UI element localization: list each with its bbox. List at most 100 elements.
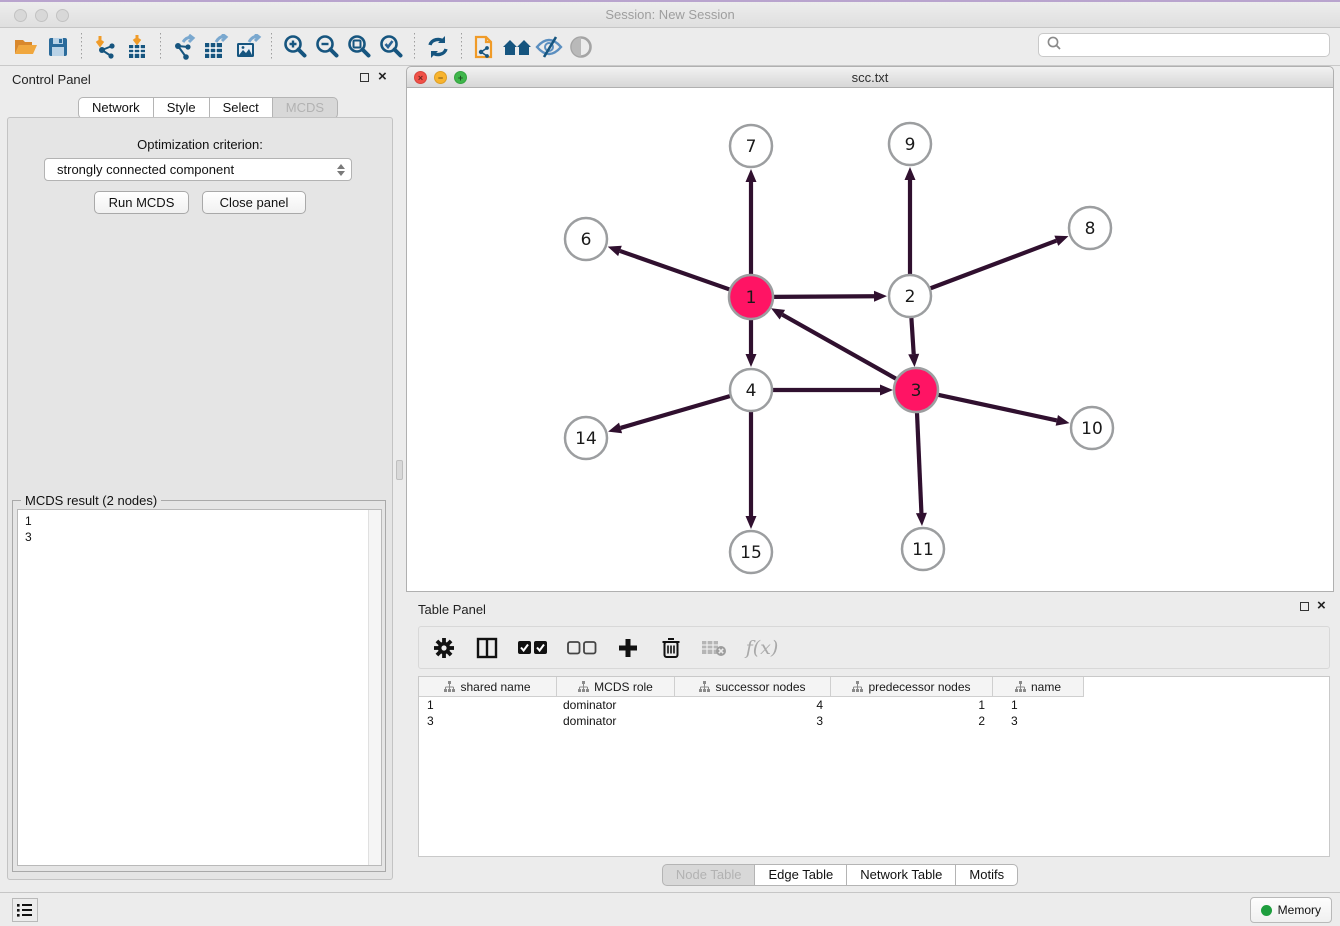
table-cell[interactable]: 4 [675,697,831,713]
network-view-window: × − + scc.txt 7968124314101511 [406,66,1334,592]
search-icon [1045,34,1063,57]
zoom-selected-icon[interactable] [375,32,407,62]
mcds-result-group: MCDS result (2 nodes) 1 3 [12,500,386,872]
result-scrollbar[interactable] [368,510,381,865]
delete-column-trash-icon[interactable] [658,635,684,661]
home-icon[interactable] [501,32,533,62]
column-header-successor-nodes[interactable]: successor nodes [675,677,831,697]
graph-edge-1-6[interactable] [620,251,730,290]
tab-motifs[interactable]: Motifs [955,864,1018,886]
delete-table-icon[interactable] [701,635,727,661]
tab-edge-table[interactable]: Edge Table [754,864,847,886]
table-cell[interactable]: 3 [675,713,831,729]
graph-edge-3-1[interactable] [782,315,896,380]
graph-edge-arrow [1056,415,1070,426]
search-input[interactable] [1063,35,1329,55]
close-panel-button[interactable]: Close panel [202,191,306,214]
graph-edge-1-2[interactable] [773,296,874,297]
network-canvas[interactable]: 7968124314101511 [406,88,1334,592]
refresh-layout-icon[interactable] [422,32,454,62]
table-panel-float-icon[interactable] [1300,602,1309,611]
table-cell[interactable]: dominator [557,713,675,729]
zoom-network-icon[interactable]: + [454,71,467,84]
network-from-file-icon[interactable] [469,32,501,62]
tab-network[interactable]: Network [78,97,154,119]
zoom-fit-icon[interactable] [343,32,375,62]
mcds-result-title: MCDS result (2 nodes) [21,493,161,508]
control-panel-title: Control Panel [12,72,91,87]
fx-label: f(x) [746,637,779,659]
import-table-icon[interactable] [121,32,153,62]
export-network-icon[interactable] [168,32,200,62]
task-history-list-icon[interactable] [12,898,38,922]
table-cell[interactable]: 3 [993,713,1084,729]
export-image-icon[interactable] [232,32,264,62]
close-window-icon[interactable] [14,9,27,22]
open-session-icon[interactable] [10,32,42,62]
import-network-icon[interactable] [89,32,121,62]
minimize-network-icon[interactable]: − [434,71,447,84]
graph-node-label: 15 [740,543,762,563]
table-row[interactable]: 3dominator323 [419,713,1329,729]
graph-edge-2-8[interactable] [931,241,1057,289]
show-view-icon[interactable] [565,32,597,62]
tab-network-table[interactable]: Network Table [846,864,956,886]
column-header-MCDS-role[interactable]: MCDS role [557,677,675,697]
graph-edge-2-3[interactable] [911,318,913,354]
column-header-shared-name[interactable]: shared name [419,677,557,697]
optimization-criterion-select[interactable]: strongly connected component [44,158,352,181]
table-panel-close-icon[interactable]: × [1317,600,1326,612]
column-header-predecessor-nodes[interactable]: predecessor nodes [831,677,993,697]
table-cell[interactable]: 2 [831,713,993,729]
graph-edge-arrow [1054,236,1068,246]
table-cell[interactable]: 1 [419,697,557,713]
select-all-columns-icon[interactable] [517,635,549,661]
table-cell[interactable]: 3 [419,713,557,729]
memory-button[interactable]: Memory [1250,897,1332,923]
column-header-label: shared name [460,680,530,694]
zoom-out-icon[interactable] [311,32,343,62]
node-table: shared name MCDS rolesuccessor nodesprede… [418,676,1330,857]
table-settings-gear-icon[interactable] [431,635,457,661]
memory-label: Memory [1278,903,1321,917]
search-box [1038,33,1330,57]
tab-select[interactable]: Select [209,97,273,119]
unselect-all-columns-icon[interactable] [566,635,598,661]
control-panel-float-icon[interactable] [360,73,369,82]
table-panel-tabs: Node TableEdge TableNetwork TableMotifs [662,864,1018,886]
graph-edge-arrow [746,516,757,529]
table-cell[interactable]: dominator [557,697,675,713]
graph-edge-3-11[interactable] [917,412,921,513]
column-header-name[interactable]: name [993,677,1084,697]
hide-view-icon[interactable] [533,32,565,62]
tab-node-table[interactable]: Node Table [662,864,756,886]
run-mcds-button[interactable]: Run MCDS [94,191,189,214]
tab-mcds[interactable]: MCDS [272,97,338,119]
graph-edge-arrow [916,513,927,526]
close-network-icon[interactable]: × [414,71,427,84]
create-column-plus-icon[interactable] [615,635,641,661]
show-column-panel-icon[interactable] [474,635,500,661]
network-window-title: scc.txt [407,67,1333,88]
toolbar-separator [81,33,82,61]
graph-edge-3-10[interactable] [938,395,1057,421]
vertical-splitter-grip[interactable] [396,460,403,480]
table-panel-header: Table Panel [406,598,1334,622]
app-titlebar: Session: New Session [0,2,1340,28]
maximize-window-icon[interactable] [56,9,69,22]
zoom-in-icon[interactable] [279,32,311,62]
function-builder-icon[interactable]: f(x) [744,635,780,661]
table-cell[interactable]: 1 [993,697,1084,713]
mcds-result-textarea[interactable]: 1 3 [17,509,382,866]
table-cell[interactable]: 1 [831,697,993,713]
save-session-icon[interactable] [42,32,74,62]
minimize-window-icon[interactable] [35,9,48,22]
table-row[interactable]: 1dominator411 [419,697,1329,713]
tab-style[interactable]: Style [153,97,210,119]
graph-edge-4-14[interactable] [621,396,730,428]
status-bar: Memory [0,892,1340,926]
column-type-icon [699,681,710,692]
graph-node-label: 8 [1085,219,1096,239]
export-table-icon[interactable] [200,32,232,62]
control-panel-close-icon[interactable]: × [378,71,387,83]
